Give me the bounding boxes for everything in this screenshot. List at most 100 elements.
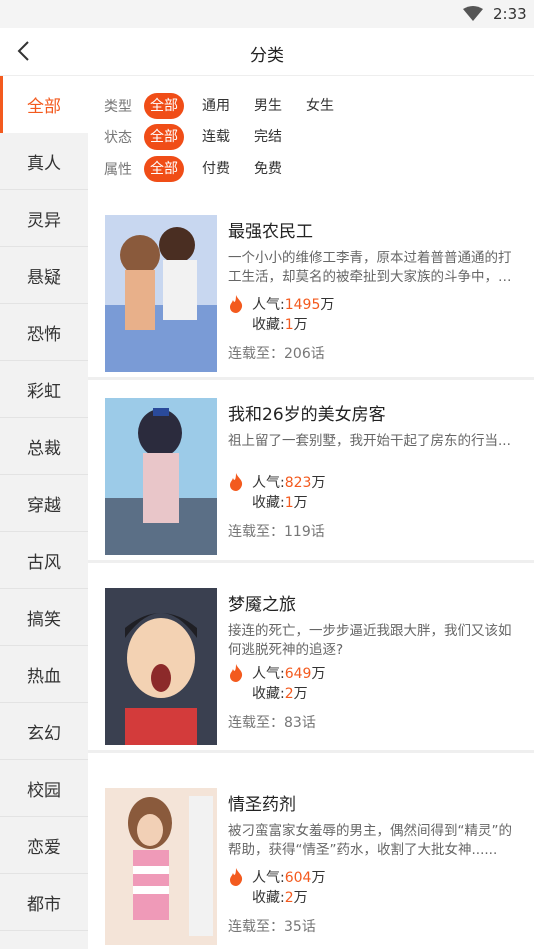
sidebar-item-ancient[interactable]: 古风: [0, 532, 88, 589]
book-card[interactable]: 情圣药剂 被刁蛮富家女羞辱的男主，偶然间得到“精灵”的帮助，获得“情圣”药水，收…: [88, 770, 534, 949]
fire-icon: [230, 664, 243, 682]
favorites-label: 收藏:: [252, 495, 285, 511]
book-title[interactable]: 我和26岁的美女房客: [228, 400, 386, 425]
chip-attr-all[interactable]: 全部: [144, 156, 184, 182]
serial-status: 连载至：83话: [228, 715, 316, 731]
popularity-value: 823: [284, 475, 312, 491]
favorites-label: 收藏:: [252, 686, 285, 702]
popularity-unit: 万: [311, 475, 326, 491]
favorites-label: 收藏:: [252, 317, 285, 333]
filter-status: 状态 全部 连载 完结: [104, 124, 300, 150]
book-title[interactable]: 情圣药剂: [228, 790, 296, 815]
popularity: 人气:1495万: [252, 294, 334, 314]
favorites: 收藏:1万: [252, 314, 308, 334]
sidebar-item-comedy[interactable]: 搞笑: [0, 589, 88, 646]
popularity-label: 人气:: [252, 870, 285, 886]
sidebar-item-urban[interactable]: 都市: [0, 874, 88, 931]
sidebar-item-label: 热血: [27, 666, 61, 687]
fire-icon: [230, 868, 243, 886]
sidebar-item-supernatural[interactable]: 灵异: [0, 190, 88, 247]
sidebar-item-label: 悬疑: [27, 267, 61, 288]
book-description: 一个小小的维修工李青，原本过着普普通通的打工生活，却莫名的被牵扯到大家族的斗争中…: [228, 250, 512, 285]
sidebar-item-label: 总裁: [27, 438, 61, 459]
book-title[interactable]: 最强农民工: [228, 217, 313, 242]
favorites: 收藏:1万: [252, 492, 308, 512]
sidebar-item-romance[interactable]: 恋爱: [0, 817, 88, 874]
serial-status: 连载至：206话: [228, 346, 325, 362]
filter-label: 类型: [104, 99, 132, 115]
favorites-value: 2: [284, 686, 294, 702]
book-cover[interactable]: [105, 398, 217, 555]
favorites-unit: 万: [293, 686, 308, 702]
fire-icon: [230, 295, 243, 313]
favorites-unit: 万: [293, 495, 308, 511]
sidebar-item-label: 玄幻: [27, 723, 61, 744]
sidebar-item-label: 古风: [27, 552, 61, 573]
chip-attr-paid[interactable]: 付费: [196, 156, 236, 182]
serial-status: 连载至：119话: [228, 524, 325, 540]
book-cover[interactable]: [105, 788, 217, 945]
book-cover[interactable]: [105, 215, 217, 372]
chip-type-female[interactable]: 女生: [300, 93, 340, 119]
book-card[interactable]: 我和26岁的美女房客 祖上留了一套别墅，我开始干起了房东的行当... 人气:82…: [88, 380, 534, 563]
popularity-unit: 万: [311, 870, 326, 886]
book-description: 接连的死亡，一步步逼近我跟大胖，我们又该如何逃脱死神的追逐?: [228, 623, 512, 658]
popularity-value: 1495: [284, 297, 321, 313]
popularity: 人气:823万: [252, 472, 325, 492]
sidebar-item-ceo[interactable]: 总裁: [0, 418, 88, 475]
sidebar-item-all[interactable]: 全部: [0, 76, 88, 133]
sidebar-item-action[interactable]: 热血: [0, 646, 88, 703]
sidebar-item-suspense[interactable]: 悬疑: [0, 247, 88, 304]
favorites-value: 1: [284, 495, 294, 511]
book-title[interactable]: 梦魇之旅: [228, 590, 296, 615]
status-bar: 2:33: [0, 0, 534, 28]
sidebar-item-label: 校园: [27, 780, 61, 801]
category-sidebar: 全部 真人 灵异 悬疑 恐怖 彩虹 总裁 穿越 古风 搞笑 热血 玄幻 校园 恋…: [0, 76, 88, 949]
popularity: 人气:604万: [252, 867, 325, 887]
chip-status-all[interactable]: 全部: [144, 124, 184, 150]
sidebar-item-campus[interactable]: 校园: [0, 760, 88, 817]
popularity: 人气:649万: [252, 663, 325, 683]
sidebar-item-label: 灵异: [27, 210, 61, 231]
chip-attr-free[interactable]: 免费: [248, 156, 288, 182]
favorites-value: 1: [284, 317, 294, 333]
chip-type-male[interactable]: 男生: [248, 93, 288, 119]
sidebar-item-label: 穿越: [27, 495, 61, 516]
status-time: 2:33: [493, 5, 527, 23]
favorites: 收藏:2万: [252, 683, 308, 703]
chip-type-general[interactable]: 通用: [196, 93, 236, 119]
wifi-icon: [463, 6, 483, 21]
sidebar-item-film[interactable]: 影视: [0, 931, 88, 949]
main-content: 类型 全部 通用 男生 女生 状态 全部 连载 完结 属性 全部 付费 免费 最…: [88, 76, 534, 949]
favorites: 收藏:2万: [252, 887, 308, 907]
chip-status-ongoing[interactable]: 连载: [196, 124, 236, 150]
sidebar-item-label: 都市: [27, 894, 61, 915]
sidebar-item-time-travel[interactable]: 穿越: [0, 475, 88, 532]
sidebar-item-label: 真人: [27, 153, 61, 174]
favorites-unit: 万: [293, 890, 308, 906]
book-card[interactable]: 最强农民工 一个小小的维修工李青，原本过着普普通通的打工生活，却莫名的被牵扯到大…: [88, 197, 534, 380]
favorites-value: 2: [284, 890, 294, 906]
sidebar-item-fantasy[interactable]: 玄幻: [0, 703, 88, 760]
popularity-value: 649: [284, 666, 312, 682]
filter-attribute: 属性 全部 付费 免费: [104, 156, 300, 182]
filter-type: 类型 全部 通用 男生 女生: [104, 93, 352, 119]
book-description: 被刁蛮富家女羞辱的男主，偶然间得到“精灵”的帮助，获得“情圣”药水，收割了大批女…: [228, 823, 512, 858]
popularity-unit: 万: [320, 297, 335, 313]
sidebar-item-label: 恋爱: [27, 837, 61, 858]
serial-status: 连载至：35话: [228, 919, 316, 935]
popularity-value: 604: [284, 870, 312, 886]
favorites-label: 收藏:: [252, 890, 285, 906]
sidebar-item-label: 全部: [27, 97, 61, 117]
filter-label: 属性: [104, 162, 132, 178]
sidebar-item-label: 恐怖: [27, 324, 61, 345]
sidebar-item-real[interactable]: 真人: [0, 133, 88, 190]
popularity-label: 人气:: [252, 475, 285, 491]
sidebar-item-rainbow[interactable]: 彩虹: [0, 361, 88, 418]
chip-type-all[interactable]: 全部: [144, 93, 184, 119]
book-description: 祖上留了一套别墅，我开始干起了房东的行当...: [228, 433, 511, 449]
book-card[interactable]: 梦魇之旅 接连的死亡，一步步逼近我跟大胖，我们又该如何逃脱死神的追逐? 人气:6…: [88, 570, 534, 753]
chip-status-finished[interactable]: 完结: [248, 124, 288, 150]
sidebar-item-horror[interactable]: 恐怖: [0, 304, 88, 361]
book-cover[interactable]: [105, 588, 217, 745]
